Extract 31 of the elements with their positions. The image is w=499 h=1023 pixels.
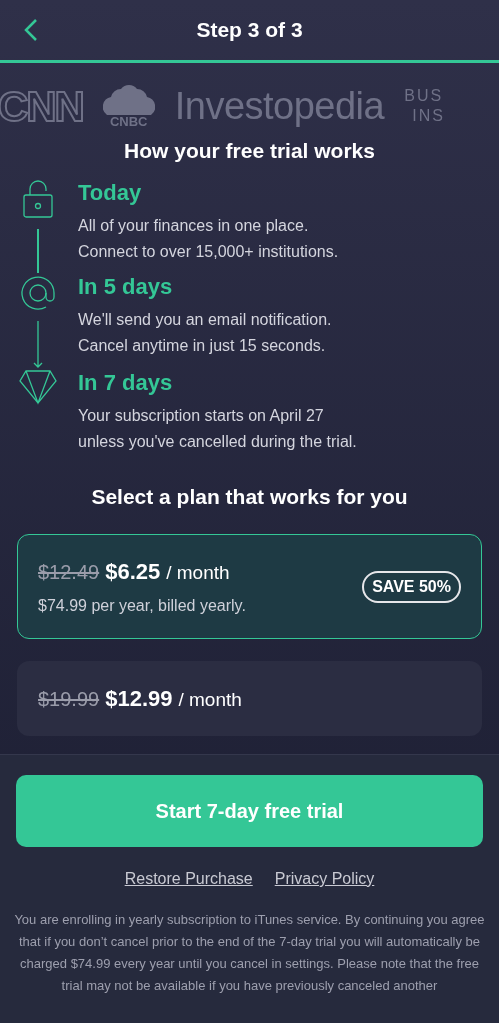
old-price: $19.99 [38, 687, 100, 712]
footer-link[interactable]: Privacy Policy [274, 867, 375, 891]
diamond-icon [18, 368, 58, 405]
plan-price: $6.25 [105, 558, 161, 586]
back-icon[interactable] [24, 18, 38, 42]
old-price: $12.49 [38, 560, 100, 585]
footer-link[interactable]: Restore Purchase [124, 867, 253, 891]
section-title: How your free trial works [123, 138, 376, 164]
step-description: Your subscription starts on April 27 unless you've cancelled during the trial. [78, 405, 357, 452]
news-logo: CNN [0, 81, 83, 132]
plan-price: $12.99 [105, 685, 173, 713]
step-description: All of your finances in one place. Connect to over 15,000+ institutions. [78, 215, 339, 262]
legal-text: You are enrolling in yearly subscription to iTunes service. By continuing you agree that if you don’t cancel prior to the end of the 7-day trial you will automatically be charged $74.99 every year until you cancel in settings. Please note that the free trial may not be available if you have previously canceled another [13, 911, 486, 995]
news-logo: BUS INS [404, 86, 445, 126]
save-badge: SAVE 50% [362, 570, 461, 603]
billing-note: $74.99 per year, billed yearly. [38, 596, 247, 616]
news-logo: CNBC [102, 84, 155, 128]
step-heading: In 5 days [78, 272, 174, 301]
price-period: / month [178, 688, 242, 712]
news-logo: Investopedia [174, 87, 385, 125]
section-title: Select a plan that works for you [90, 483, 409, 510]
plan-card[interactable]: $12.49 $6.25 / month $74.99 per year, billed yearly. SAVE 50% [17, 534, 482, 639]
connector-line [37, 228, 39, 273]
down-arrow-icon [33, 320, 43, 369]
padlock-icon [22, 178, 54, 219]
price-period: / month [166, 561, 230, 585]
plan-card[interactable]: $19.99 $12.99 / month [17, 661, 482, 736]
step-heading: In 7 days [78, 368, 174, 397]
step-description: We'll send you an email notification. Cancel anytime in just 15 seconds. [78, 309, 332, 356]
step-title: Step 3 of 3 [196, 17, 303, 44]
step-heading: Today [78, 178, 143, 207]
